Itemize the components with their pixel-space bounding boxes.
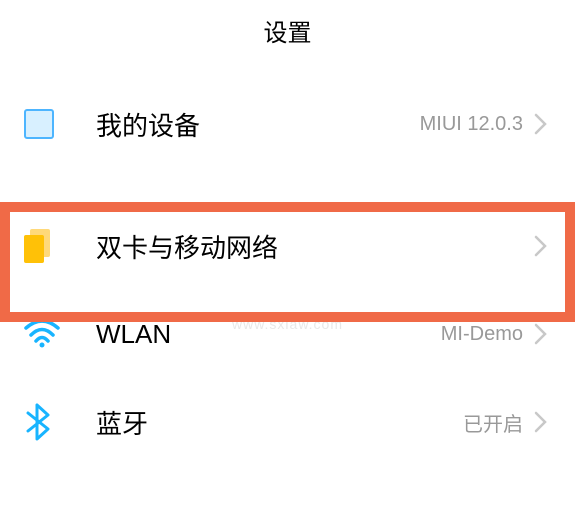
row-value: 已开启 (463, 408, 523, 437)
page-title: 设置 (264, 13, 312, 48)
watermark: www.sxlaw.com (232, 316, 343, 332)
bluetooth-icon (24, 403, 68, 441)
device-icon (24, 109, 68, 139)
sim-icon (24, 229, 68, 263)
chevron-right-icon (531, 412, 551, 432)
section-gap (0, 60, 575, 80)
row-value: MIUI 12.0.3 (420, 113, 523, 136)
section-divider (0, 168, 575, 202)
row-wlan[interactable]: WLAN MI-Demo (0, 290, 575, 378)
row-label: 蓝牙 (68, 404, 463, 441)
row-sim-network[interactable]: 双卡与移动网络 (0, 202, 575, 290)
row-bluetooth[interactable]: 蓝牙 已开启 (0, 378, 575, 466)
chevron-right-icon (531, 236, 551, 256)
chevron-right-icon (531, 324, 551, 344)
chevron-right-icon (531, 114, 551, 134)
header: 设置 (0, 0, 575, 60)
row-label: 双卡与移动网络 (68, 228, 523, 265)
row-label: 我的设备 (68, 106, 420, 143)
wifi-icon (24, 320, 68, 348)
row-my-device[interactable]: 我的设备 MIUI 12.0.3 (0, 80, 575, 168)
row-value: MI-Demo (441, 323, 523, 346)
